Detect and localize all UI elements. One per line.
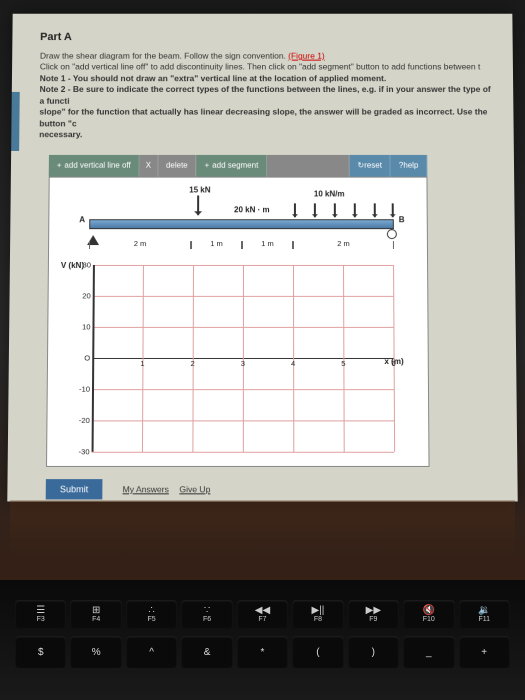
plus-icon: + — [57, 161, 62, 170]
fn-key-F4[interactable]: ⊞F4 — [70, 600, 121, 628]
xtick: 1 — [140, 359, 144, 368]
distributed-load-label: 10 kN/m — [314, 189, 345, 198]
drawing-canvas[interactable]: 15 kN 20 kN · m 10 kN/m A B 2 m 1 m 1 m … — [46, 176, 430, 466]
load-arrow-icon — [197, 195, 199, 215]
roller-support-icon — [387, 229, 397, 239]
xtick: 4 — [291, 359, 295, 368]
xtick: 6 — [391, 359, 395, 368]
fn-key-F11[interactable]: 🔉F11 — [459, 600, 510, 628]
shear-plot[interactable]: V (kN) x (m) 30 20 10 O -10 -20 -30 1 2 … — [59, 259, 412, 460]
add-segment-button[interactable]: +add segment — [197, 155, 268, 177]
num-key[interactable]: % — [70, 636, 121, 668]
ytick: 10 — [76, 322, 90, 331]
beam-diagram: 15 kN 20 kN · m 10 kN/m A B 2 m 1 m 1 m … — [89, 185, 399, 254]
my-answers-link[interactable]: My Answers — [123, 484, 169, 494]
laptop-keyboard: ☰F3⊞F4∴F5∵F6◀◀F7▶||F8▶▶F9🔇F10🔉F11 $%^&*(… — [0, 580, 525, 700]
num-key[interactable]: $ — [15, 636, 66, 668]
plus-icon: + — [205, 161, 210, 170]
instr-line1: Draw the shear diagram for the beam. Fol… — [40, 51, 288, 61]
note1: Note 1 - You should not draw an "extra" … — [40, 73, 387, 83]
canvas-toolbar: +add vertical line off X delete +add seg… — [49, 155, 428, 177]
ytick: 30 — [77, 260, 91, 269]
beam-icon — [89, 219, 394, 229]
fn-key-F5[interactable]: ∴F5 — [126, 600, 177, 628]
sidebar-tab[interactable] — [11, 92, 20, 151]
delete-button[interactable]: delete — [158, 155, 197, 177]
reset-button[interactable]: ↻ reset — [350, 155, 391, 177]
part-title: Part A — [40, 31, 491, 43]
note2: Note 2 - Be sure to indicate the correct… — [39, 85, 490, 106]
ytick: -10 — [76, 384, 90, 393]
instr-line3: slope" for the function that actually ha… — [39, 107, 487, 128]
fn-key-F7[interactable]: ◀◀F7 — [237, 600, 288, 628]
point-b: B — [399, 215, 405, 224]
ytick: -20 — [76, 416, 90, 425]
fn-key-F3[interactable]: ☰F3 — [15, 600, 66, 628]
num-key[interactable]: & — [181, 636, 232, 668]
num-key[interactable]: * — [237, 636, 288, 668]
moment-label: 20 kN · m — [234, 205, 270, 214]
num-key[interactable]: ( — [292, 636, 343, 668]
fn-key-F8[interactable]: ▶||F8 — [292, 600, 343, 628]
instructions: Draw the shear diagram for the beam. Fol… — [39, 51, 492, 141]
point-load-label: 15 kN — [189, 185, 210, 194]
xtick: 5 — [341, 359, 345, 368]
close-button[interactable]: X — [140, 155, 158, 177]
add-vertical-line-button[interactable]: +add vertical line off — [49, 155, 140, 177]
submit-button[interactable]: Submit — [46, 479, 103, 499]
instr-line2: Click on "add vertical line off" to add … — [40, 62, 481, 72]
ytick: O — [76, 353, 90, 362]
ytick: 20 — [77, 291, 91, 300]
give-up-link[interactable]: Give Up — [179, 484, 210, 494]
xtick: 3 — [241, 359, 245, 368]
fn-key-F9[interactable]: ▶▶F9 — [348, 600, 399, 628]
point-a: A — [79, 215, 85, 224]
num-key[interactable]: _ — [403, 636, 454, 668]
distributed-load-icon — [294, 199, 394, 217]
fn-key-F6[interactable]: ∵F6 — [181, 600, 232, 628]
help-button[interactable]: ? help — [391, 155, 428, 177]
num-key[interactable]: + — [459, 636, 510, 668]
instr-line4: necessary. — [39, 130, 82, 140]
num-key[interactable]: ^ — [126, 636, 177, 668]
screen-reflection — [10, 500, 515, 560]
toolbar-spacer — [267, 155, 349, 177]
ytick: -30 — [75, 447, 89, 456]
num-key[interactable]: ) — [348, 636, 399, 668]
figure-link[interactable]: (Figure 1) — [288, 51, 325, 61]
fn-key-F10[interactable]: 🔇F10 — [403, 600, 454, 628]
xtick: 2 — [191, 359, 195, 368]
